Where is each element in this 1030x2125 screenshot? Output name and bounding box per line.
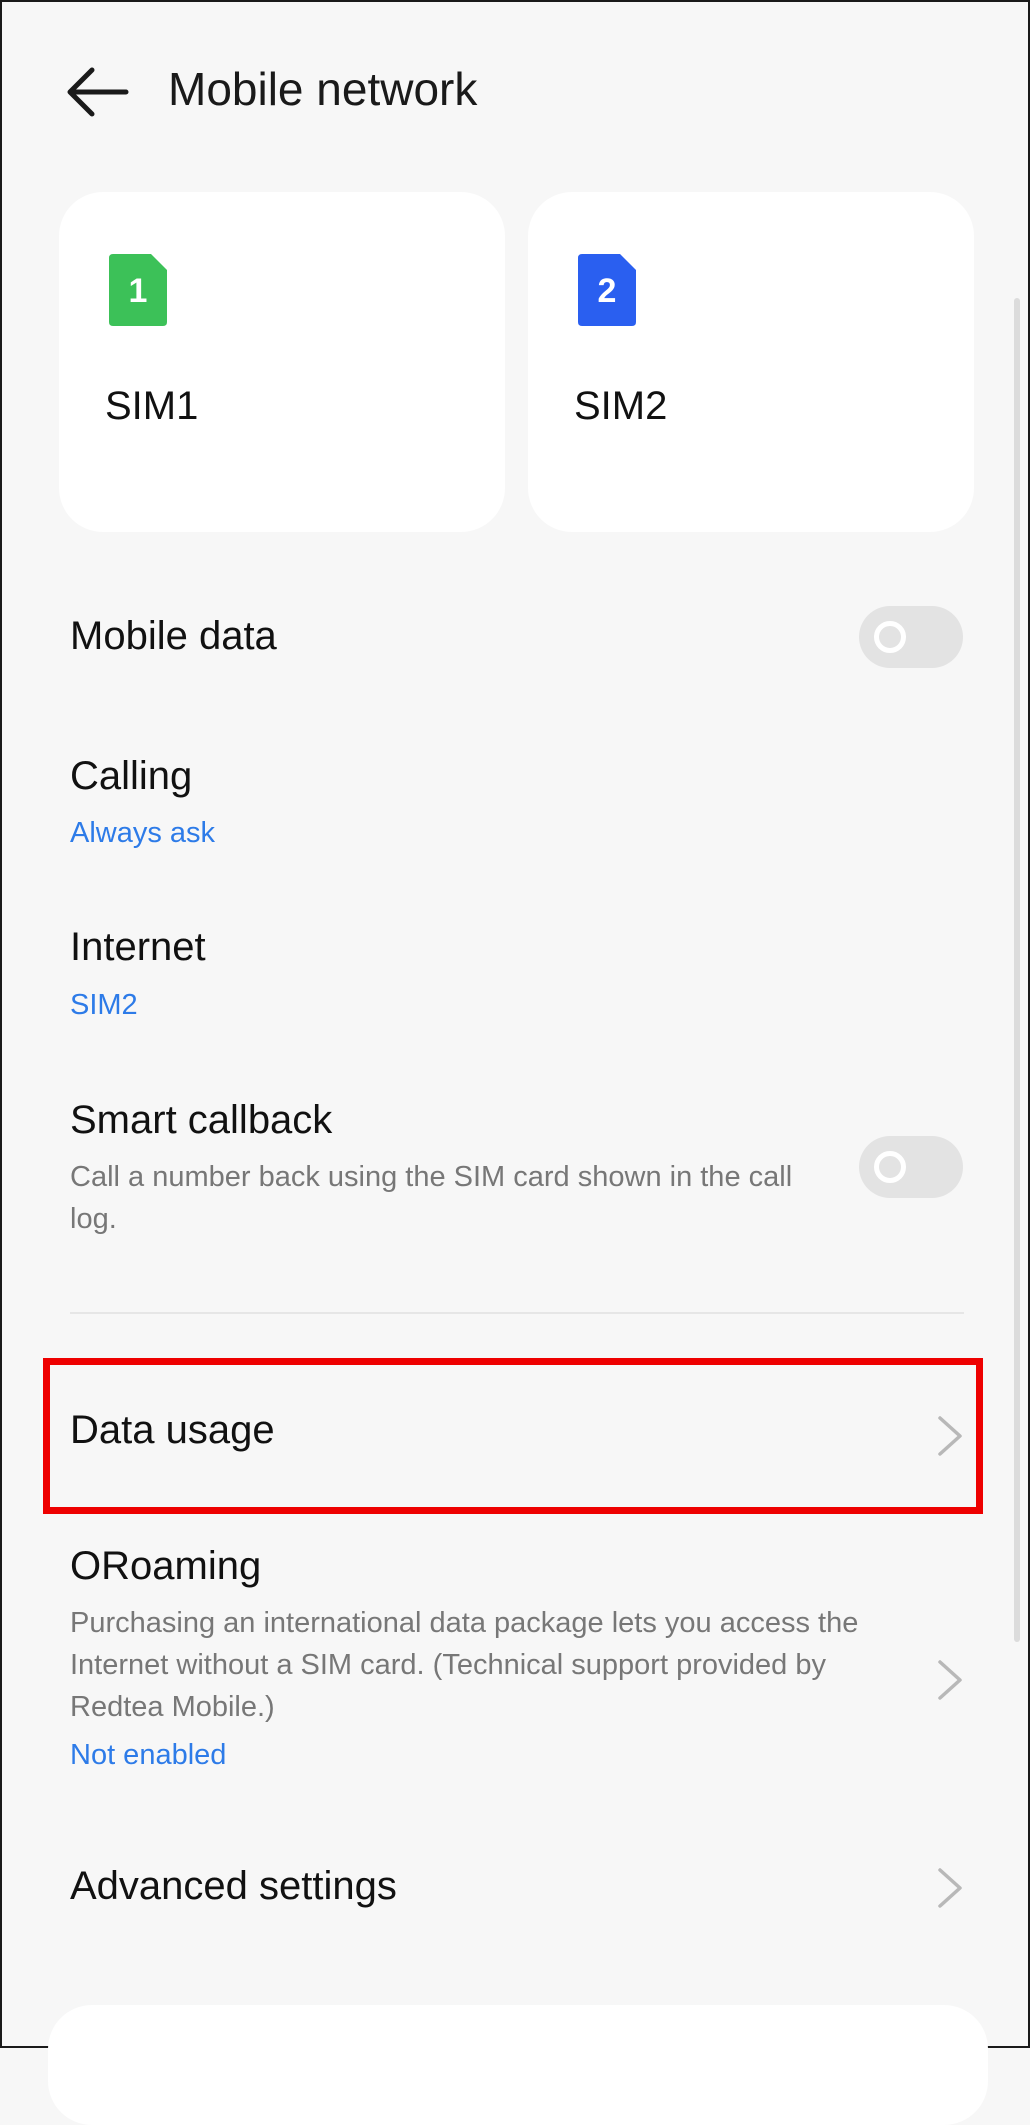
calling-title: Calling bbox=[70, 754, 193, 798]
scrollbar[interactable] bbox=[1014, 298, 1020, 1642]
sim2-label: SIM2 bbox=[574, 384, 668, 428]
chevron-right-icon bbox=[938, 1868, 962, 1908]
oroaming-description: Purchasing an international data package… bbox=[70, 1607, 859, 1723]
advanced-settings-row[interactable]: Advanced settings bbox=[2, 1832, 1030, 1942]
oroaming-title: ORoaming bbox=[70, 1544, 262, 1588]
toggle-knob bbox=[874, 621, 906, 653]
back-arrow-icon[interactable] bbox=[62, 64, 130, 120]
mobile-data-toggle[interactable] bbox=[859, 606, 963, 668]
smart-callback-title: Smart callback bbox=[70, 1098, 333, 1142]
oroaming-row[interactable]: ORoaming Purchasing an international dat… bbox=[2, 1532, 1030, 1782]
calling-row[interactable]: Calling Always ask bbox=[2, 722, 1030, 862]
bottom-card bbox=[48, 2005, 988, 2125]
chevron-right-icon bbox=[938, 1660, 962, 1700]
sim2-badge: 2 bbox=[598, 272, 617, 310]
internet-row[interactable]: Internet SIM2 bbox=[2, 897, 1030, 1037]
chevron-right-icon bbox=[938, 1416, 962, 1456]
toggle-knob bbox=[874, 1151, 906, 1183]
oroaming-status: Not enabled bbox=[70, 1739, 227, 1771]
internet-title: Internet bbox=[70, 925, 206, 969]
sim2-card[interactable]: 2 SIM2 bbox=[528, 192, 974, 532]
top-bar: Mobile network bbox=[2, 2, 1028, 182]
calling-value: Always ask bbox=[70, 817, 216, 849]
section-divider bbox=[70, 1312, 964, 1314]
sim1-label: SIM1 bbox=[105, 384, 199, 428]
smart-callback-row: Smart callback Call a number back using … bbox=[2, 1072, 1030, 1272]
advanced-settings-title: Advanced settings bbox=[70, 1864, 397, 1908]
sim1-card[interactable]: 1 SIM1 bbox=[59, 192, 505, 532]
sim-card-icon: 2 bbox=[578, 254, 636, 326]
internet-value: SIM2 bbox=[70, 989, 138, 1021]
sim-card-icon: 1 bbox=[109, 254, 167, 326]
data-usage-row[interactable]: Data usage bbox=[2, 1358, 1030, 1514]
smart-callback-toggle[interactable] bbox=[859, 1136, 963, 1198]
mobile-data-title: Mobile data bbox=[70, 614, 277, 658]
sim1-badge: 1 bbox=[129, 272, 148, 310]
mobile-data-row: Mobile data bbox=[2, 582, 1030, 692]
page-title: Mobile network bbox=[168, 63, 478, 115]
data-usage-title: Data usage bbox=[70, 1408, 275, 1452]
smart-callback-description: Call a number back using the SIM card sh… bbox=[70, 1161, 793, 1235]
